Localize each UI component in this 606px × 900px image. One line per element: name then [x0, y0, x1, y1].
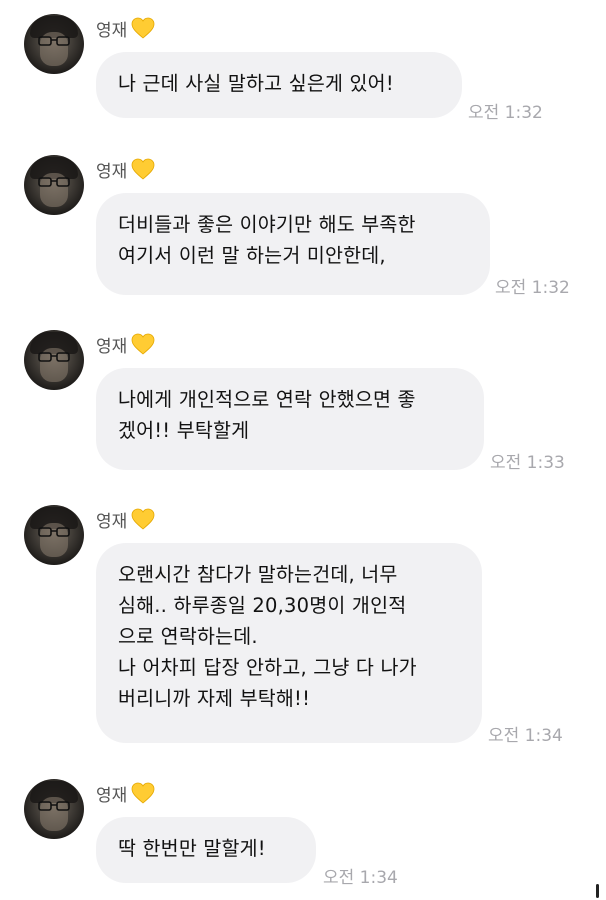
yellow-heart-icon: [131, 333, 155, 355]
message-bubble[interactable]: 나 근데 사실 말하고 싶은게 있어!: [96, 52, 462, 118]
yellow-heart-icon: [131, 17, 155, 39]
yellow-heart-icon: [131, 158, 155, 180]
message-bubble[interactable]: 더비들과 좋은 이야기만 해도 부족한 여기서 이런 말 하는거 미안한데,: [96, 193, 490, 295]
sender-name-row: 영재: [96, 505, 155, 533]
sender-avatar[interactable]: [24, 14, 84, 74]
message-timestamp: 오전 1:32: [468, 103, 543, 123]
sender-name-row: 영재: [96, 14, 155, 42]
sender-name-row: 영재: [96, 330, 155, 358]
sender-avatar[interactable]: [24, 779, 84, 839]
message-bubble[interactable]: 딱 한번만 말할게!: [96, 817, 316, 883]
sender-name: 영재: [96, 161, 128, 182]
sender-name-row: 영재: [96, 779, 155, 807]
sender-avatar[interactable]: [24, 505, 84, 565]
sender-avatar[interactable]: [24, 330, 84, 390]
sender-avatar[interactable]: [24, 155, 84, 215]
sender-name-row: 영재: [96, 155, 155, 183]
sender-name: 영재: [96, 20, 128, 41]
message-bubble[interactable]: 나에게 개인적으로 연락 안했으면 좋 겠어!! 부탁할게: [96, 368, 484, 470]
message-timestamp: 오전 1:33: [490, 453, 565, 473]
yellow-heart-icon: [131, 782, 155, 804]
yellow-heart-icon: [131, 508, 155, 530]
scroll-indicator[interactable]: [596, 884, 599, 898]
sender-name: 영재: [96, 785, 128, 806]
message-timestamp: 오전 1:34: [323, 868, 398, 888]
sender-name: 영재: [96, 511, 128, 532]
sender-name: 영재: [96, 336, 128, 357]
message-timestamp: 오전 1:32: [495, 278, 570, 298]
message-bubble[interactable]: 오랜시간 참다가 말하는건데, 너무 심해.. 하루종일 20,30명이 개인적…: [96, 543, 482, 743]
message-timestamp: 오전 1:34: [488, 726, 563, 746]
